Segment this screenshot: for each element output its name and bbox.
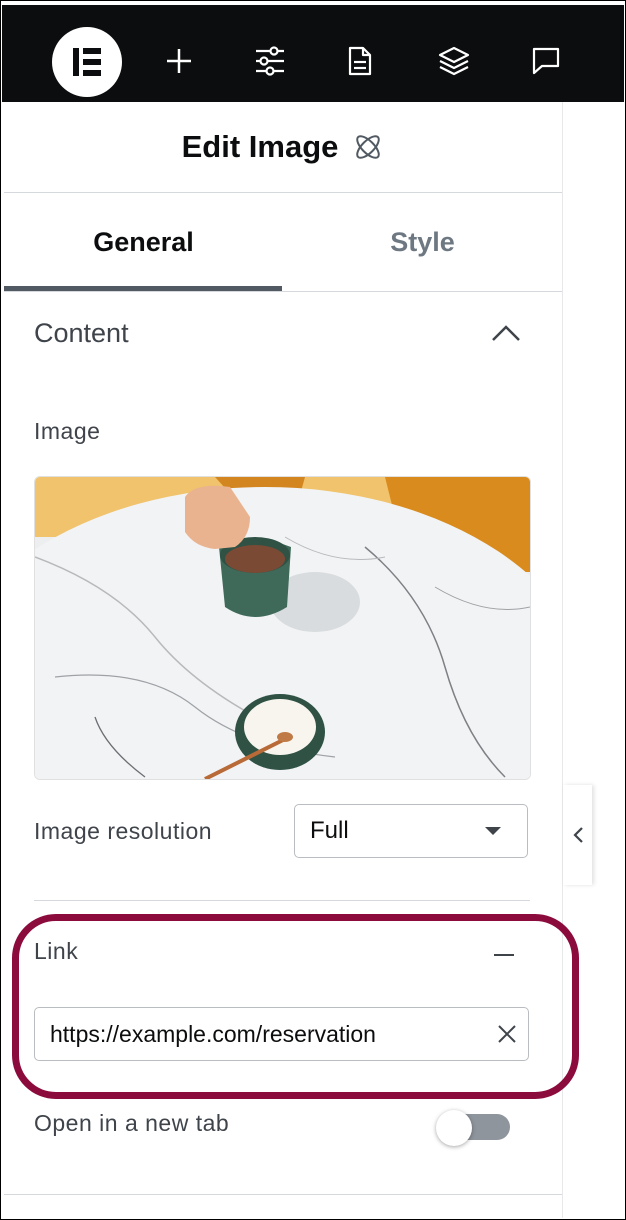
open-new-tab-label: Open in a new tab	[34, 1110, 230, 1136]
image-resolution-value: Full	[310, 817, 349, 844]
chevron-left-icon	[572, 827, 583, 843]
tab-bar: General Style	[4, 193, 562, 292]
caret-down-icon	[485, 827, 501, 835]
elementor-logo-icon[interactable]	[52, 27, 122, 97]
section-title-content[interactable]: Content	[34, 318, 129, 349]
toggle-knob	[436, 1110, 472, 1146]
section-divider-bottom	[4, 1194, 562, 1195]
image-label: Image	[34, 418, 101, 444]
image-resolution-label: Image resolution	[34, 818, 213, 844]
image-thumbnail[interactable]	[34, 476, 531, 780]
panel-title: Edit Image	[181, 129, 339, 164]
add-icon[interactable]	[159, 41, 199, 81]
collapse-panel-button[interactable]	[563, 785, 592, 885]
chevron-up-icon[interactable]	[490, 322, 522, 344]
active-tab-indicator	[4, 286, 282, 291]
open-new-tab-toggle[interactable]	[436, 1110, 510, 1146]
link-highlight-annotation	[12, 914, 579, 1099]
panel-header: Edit Image	[4, 102, 562, 193]
tab-general[interactable]: General	[4, 193, 283, 291]
tab-style[interactable]: Style	[283, 193, 562, 291]
settings-sliders-icon[interactable]	[250, 41, 290, 81]
ai-atom-icon[interactable]	[352, 131, 384, 163]
page-icon[interactable]	[340, 41, 380, 81]
layers-icon[interactable]	[434, 41, 474, 81]
divider	[34, 900, 530, 901]
chat-icon[interactable]	[526, 41, 566, 81]
image-resolution-select[interactable]: Full	[294, 804, 528, 858]
top-toolbar	[2, 5, 624, 102]
